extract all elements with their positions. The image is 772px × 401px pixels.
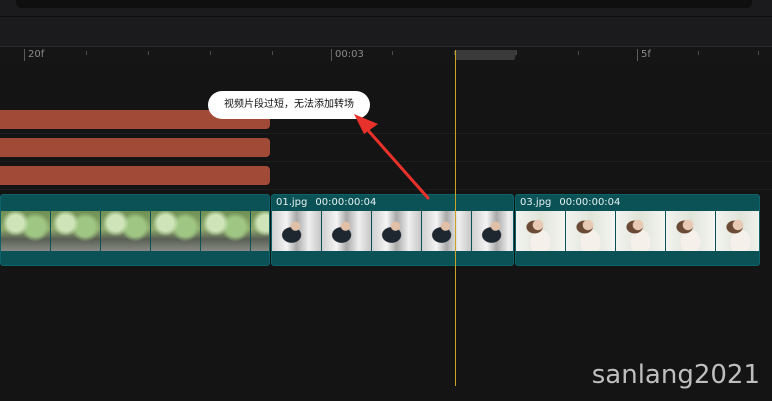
thumbnail [516, 211, 565, 251]
ruler-tick [392, 51, 393, 55]
clip-duration: 00:00:00:04 [315, 197, 377, 208]
ruler-tick [331, 49, 332, 61]
thumbnail [716, 211, 759, 251]
ruler-label-5f: 5f [641, 49, 651, 60]
clip-thumbnails [516, 211, 759, 251]
audio-clip-2[interactable] [0, 138, 270, 157]
audio-clip-3[interactable] [0, 166, 270, 185]
ruler-tick [24, 49, 25, 61]
ruler-label-0003: 00:03 [335, 49, 364, 60]
thumbnail [372, 211, 421, 251]
ruler-tick [758, 51, 759, 55]
thumbnail [1, 211, 50, 251]
clip-thumbnails [272, 211, 513, 251]
clip-filename: 03.jpg [520, 197, 552, 208]
transition-warning-tooltip: 视频片段过短，无法添加转场 [208, 91, 370, 119]
track-divider [0, 133, 772, 134]
track-divider [0, 161, 772, 162]
playhead-handle[interactable] [455, 50, 517, 60]
ruler-tick [698, 51, 699, 55]
thumbnail [566, 211, 615, 251]
clip-label: 01.jpg 00:00:00:04 [276, 197, 384, 208]
panel-separator [0, 16, 772, 17]
thumbnail [472, 211, 513, 251]
ruler-tick [210, 51, 211, 55]
thumbnail [666, 211, 715, 251]
thumbnail [272, 211, 321, 251]
thumbnail [616, 211, 665, 251]
thumbnail [51, 211, 100, 251]
thumbnail [101, 211, 150, 251]
video-clip-03[interactable]: 03.jpg 00:00:00:04 [515, 194, 760, 266]
preview-panel-edge [16, 0, 752, 8]
playhead-line[interactable] [455, 50, 456, 386]
thumbnail [151, 211, 200, 251]
clip-filename: 01.jpg [276, 197, 308, 208]
timeline-ruler[interactable]: 20f 00:03 5f [0, 46, 772, 65]
ruler-tick [637, 49, 638, 61]
clip-label: 03.jpg 00:00:00:04 [520, 197, 628, 208]
video-clip-0[interactable] [0, 194, 270, 266]
video-clip-01[interactable]: 01.jpg 00:00:00:04 [271, 194, 514, 266]
thumbnail [251, 211, 269, 251]
thumbnail [422, 211, 471, 251]
top-panel [0, 0, 772, 46]
thumbnail [201, 211, 250, 251]
ruler-tick [86, 51, 87, 55]
clip-thumbnails [1, 211, 269, 251]
thumbnail [322, 211, 371, 251]
video-track: 01.jpg 00:00:00:04 03.jpg 00:00:00:04 [0, 194, 760, 266]
ruler-tick [578, 51, 579, 55]
arrow-shaft [364, 126, 430, 200]
ruler-tick [148, 51, 149, 55]
ruler-tick [272, 51, 273, 55]
track-divider [0, 189, 772, 190]
watermark: sanlang2021 [591, 360, 760, 390]
clip-duration: 00:00:00:04 [559, 197, 621, 208]
ruler-label-20f: 20f [28, 49, 45, 60]
